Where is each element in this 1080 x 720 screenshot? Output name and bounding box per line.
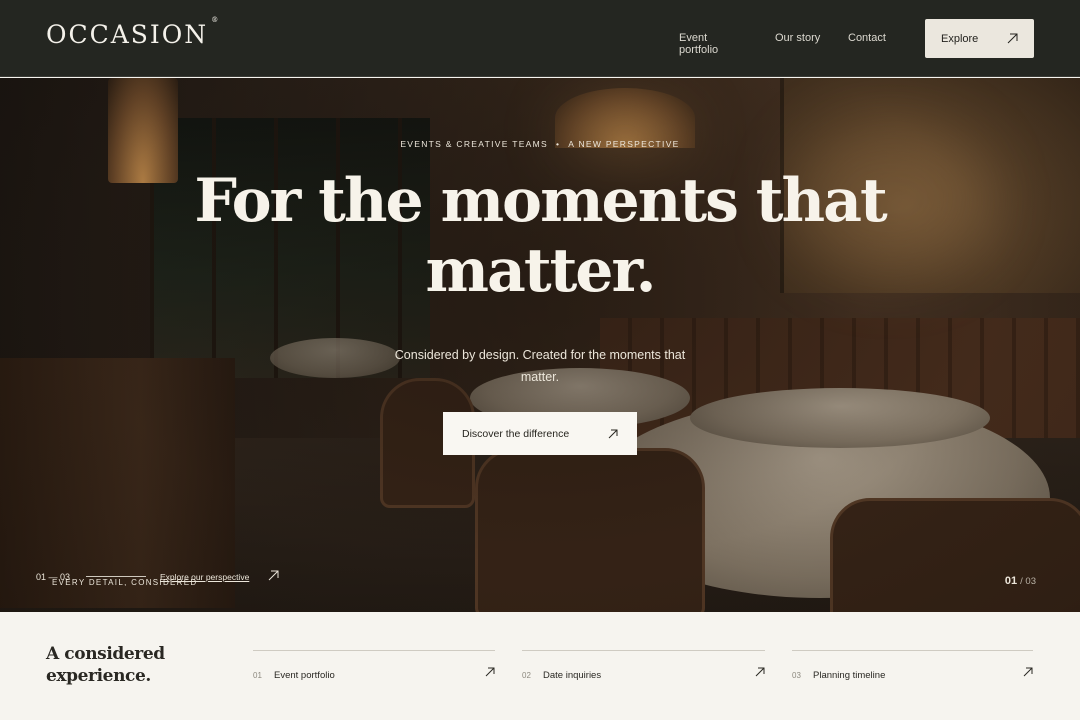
slide-counter: 01 / 03 — [1004, 575, 1036, 587]
arrow-up-right-icon — [1007, 33, 1018, 44]
hero-eyebrow: EVENTS & CREATIVE TEAMS • A NEW PERSPECTIV… — [400, 139, 680, 149]
considered-section: A considered experience. 01 Event portfol… — [0, 612, 1080, 720]
nav-contact[interactable]: Contact — [848, 32, 886, 44]
nav-event-portfolio[interactable]: Event portfolio — [679, 32, 718, 56]
logo[interactable]: OCCASION® — [46, 16, 218, 49]
site-header: OCCASION® Event portfolio Our story Cont… — [0, 0, 1080, 77]
hero: EVENTS & CREATIVE TEAMS • A NEW PERSPECTIV… — [0, 78, 1080, 612]
hero-headline: For the moments that matter. — [194, 166, 887, 306]
arrow-up-right-icon — [755, 667, 765, 677]
link-date-inquiries[interactable]: 02 Date inquiries — [522, 650, 765, 686]
arrow-up-right-icon[interactable] — [268, 570, 279, 581]
explore-label: Explore — [941, 32, 979, 45]
link-planning-timeline[interactable]: 03 Planning timeline — [792, 650, 1033, 686]
slide-progress-line — [86, 576, 146, 577]
nav-our-story[interactable]: Our story — [775, 32, 820, 44]
explore-perspective-link[interactable]: Explore our perspective — [160, 572, 249, 582]
arrow-up-right-icon — [485, 667, 495, 677]
section-title: A considered experience. — [46, 644, 165, 686]
hero-subtitle: Considered by design. Created for the mo… — [394, 348, 686, 384]
link-event-portfolio[interactable]: 01 Event portfolio — [253, 650, 495, 686]
arrow-up-right-icon — [1023, 667, 1033, 677]
discover-label: Discover the difference — [462, 427, 570, 440]
discover-button[interactable]: Discover the difference — [443, 412, 637, 455]
arrow-up-right-icon — [608, 429, 618, 438]
explore-button[interactable]: Explore — [925, 19, 1034, 58]
